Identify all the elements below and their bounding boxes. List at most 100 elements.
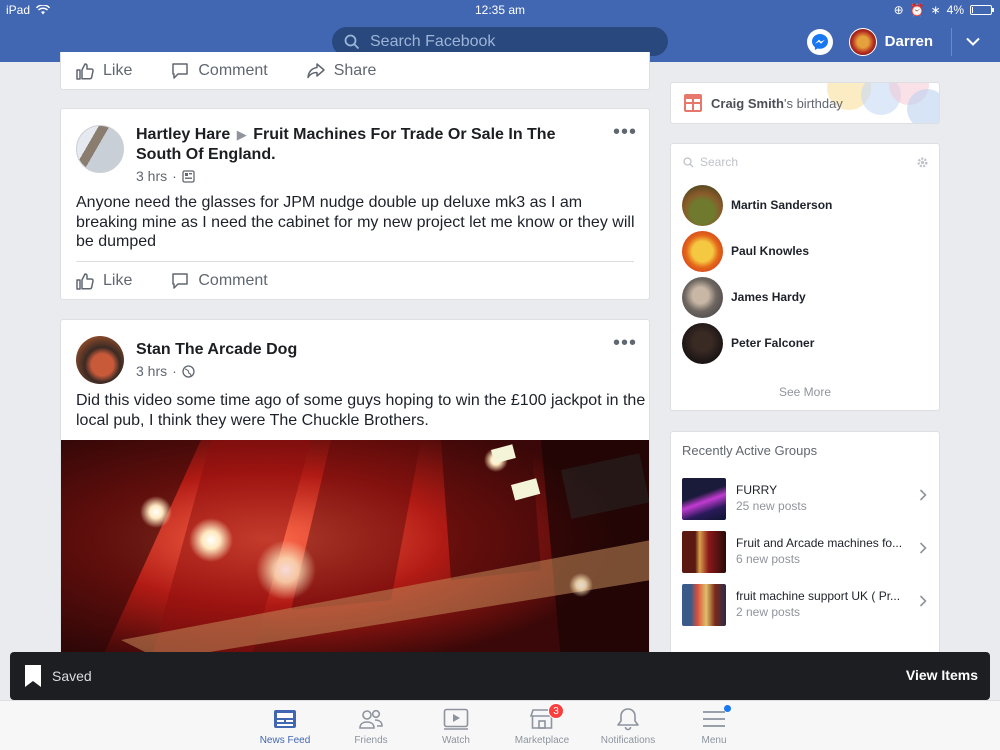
group-item[interactable]: FURRY 25 new posts (671, 472, 939, 525)
author-avatar[interactable] (76, 336, 124, 384)
battery-icon (970, 5, 994, 15)
share-button[interactable]: Share (306, 61, 376, 81)
post-divider (76, 261, 634, 262)
group-new-posts: 25 new posts (736, 499, 807, 513)
messenger-button[interactable] (806, 28, 833, 55)
view-items-button[interactable]: View Items (906, 667, 978, 683)
battery-percent: 4% (946, 3, 964, 17)
contact-avatar (682, 230, 723, 272)
post-author[interactable]: Stan The Arcade Dog (136, 341, 297, 358)
saved-label: Saved (52, 668, 92, 684)
bookmark-icon (25, 665, 41, 687)
like-button[interactable]: Like (75, 61, 132, 81)
post-author[interactable]: Hartley Hare (136, 126, 230, 143)
group-name: FURRY (736, 483, 778, 497)
comment-button[interactable]: Comment (170, 61, 268, 81)
comment-button[interactable]: Comment (170, 271, 268, 291)
comment-icon (172, 273, 189, 289)
menu-notification-dot (724, 705, 731, 712)
watch-icon (443, 708, 469, 730)
post-time[interactable]: 3 hrs (136, 363, 167, 379)
status-bar: iPad 12:35 am ⊕ ⏰ ∗ 4% (0, 0, 1000, 20)
menu-icon (703, 711, 725, 727)
contacts-search-placeholder: Search (700, 155, 739, 169)
contact-item[interactable]: Paul Knowles (671, 228, 939, 274)
battery-fill (972, 7, 973, 13)
tab-bar: News Feed Friends Watch 3 Marketplace No… (0, 700, 1000, 750)
contact-avatar (682, 184, 723, 226)
post-time[interactable]: 3 hrs (136, 168, 167, 184)
contact-name: Martin Sanderson (731, 198, 833, 212)
chevron-right-icon (919, 542, 927, 554)
see-more-link[interactable]: See More (671, 385, 939, 399)
birthday-card[interactable]: Craig Smith's birthday (670, 82, 940, 124)
tab-label: News Feed (259, 735, 311, 746)
like-label: Like (103, 272, 133, 289)
search-icon (683, 156, 694, 167)
video-thumbnail-image (61, 440, 649, 658)
tab-watch[interactable]: Watch (416, 707, 496, 746)
like-icon (76, 63, 94, 80)
contact-name: Paul Knowles (731, 244, 810, 258)
contact-item[interactable]: James Hardy (671, 274, 939, 320)
chevron-down-icon[interactable] (966, 37, 980, 46)
group-thumbnail (682, 477, 726, 520)
comment-icon (172, 63, 189, 79)
group-thumbnail (682, 530, 726, 573)
contacts-search[interactable]: Search (683, 154, 929, 170)
search-input[interactable] (370, 32, 650, 51)
tab-menu[interactable]: Menu (674, 705, 754, 746)
group-new-posts: 6 new posts (736, 552, 801, 566)
post-options-button[interactable]: ••• (613, 333, 637, 353)
search-icon (344, 34, 360, 49)
tab-friends[interactable]: Friends (331, 707, 411, 746)
arrow-right-icon: ▶ (236, 127, 247, 142)
contacts-card: Search Martin Sanderson Paul Knowles Jam… (670, 143, 940, 411)
alarm-icon: ⏰ (909, 3, 925, 17)
profile-avatar[interactable] (848, 27, 877, 56)
group-item[interactable]: fruit machine support UK ( Pr... 2 new po… (671, 578, 939, 631)
tab-label: Friends (354, 735, 388, 746)
groups-card: Recently Active Groups FURRY 25 new posts… (670, 431, 940, 660)
post-options-button[interactable]: ••• (613, 122, 637, 142)
tab-marketplace[interactable]: 3 Marketplace (502, 703, 582, 746)
rotation-lock-icon: ⊕ (893, 3, 904, 17)
like-label: Like (103, 62, 133, 79)
tab-news-feed[interactable]: News Feed (245, 707, 325, 746)
group-privacy-icon (182, 169, 195, 183)
post-card: Hartley Hare ▶ Fruit Machines For Trade … (60, 108, 650, 300)
chevron-right-icon (919, 595, 927, 607)
friends-icon (359, 709, 383, 729)
post-text: Did this video some time ago of some guy… (76, 392, 646, 429)
gear-icon[interactable] (916, 156, 929, 169)
groups-title: Recently Active Groups (682, 443, 818, 458)
contact-item[interactable]: Martin Sanderson (671, 182, 939, 228)
tab-label: Watch (442, 735, 470, 746)
marketplace-badge: 3 (548, 703, 564, 719)
share-icon (306, 63, 325, 79)
group-new-posts: 2 new posts (736, 605, 801, 619)
tab-label: Menu (701, 735, 727, 746)
profile-name[interactable]: Darren (885, 33, 933, 50)
author-avatar[interactable] (76, 125, 124, 173)
notifications-icon (617, 708, 639, 731)
group-thumbnail (682, 583, 726, 626)
post-video[interactable] (61, 440, 649, 658)
group-item[interactable]: Fruit and Arcade machines fo... 6 new pos… (671, 525, 939, 578)
comment-label: Comment (198, 62, 268, 79)
messenger-icon (811, 33, 828, 50)
group-name: Fruit and Arcade machines fo... (736, 536, 903, 550)
contact-item[interactable]: Peter Falconer (671, 320, 939, 366)
post-card: Stan The Arcade Dog 3 hrs · ••• Did this… (60, 319, 650, 659)
like-button[interactable]: Like (75, 271, 132, 291)
tab-label: Notifications (600, 735, 656, 746)
birthday-name[interactable]: Craig Smith (711, 96, 784, 111)
news-feed-icon (274, 710, 296, 728)
contact-avatar (682, 322, 723, 364)
contact-avatar (682, 276, 723, 318)
contact-name: James Hardy (731, 290, 806, 304)
tab-notifications[interactable]: Notifications (588, 707, 668, 746)
header-divider (951, 27, 952, 56)
chevron-right-icon (919, 489, 927, 501)
gift-icon (684, 94, 702, 112)
